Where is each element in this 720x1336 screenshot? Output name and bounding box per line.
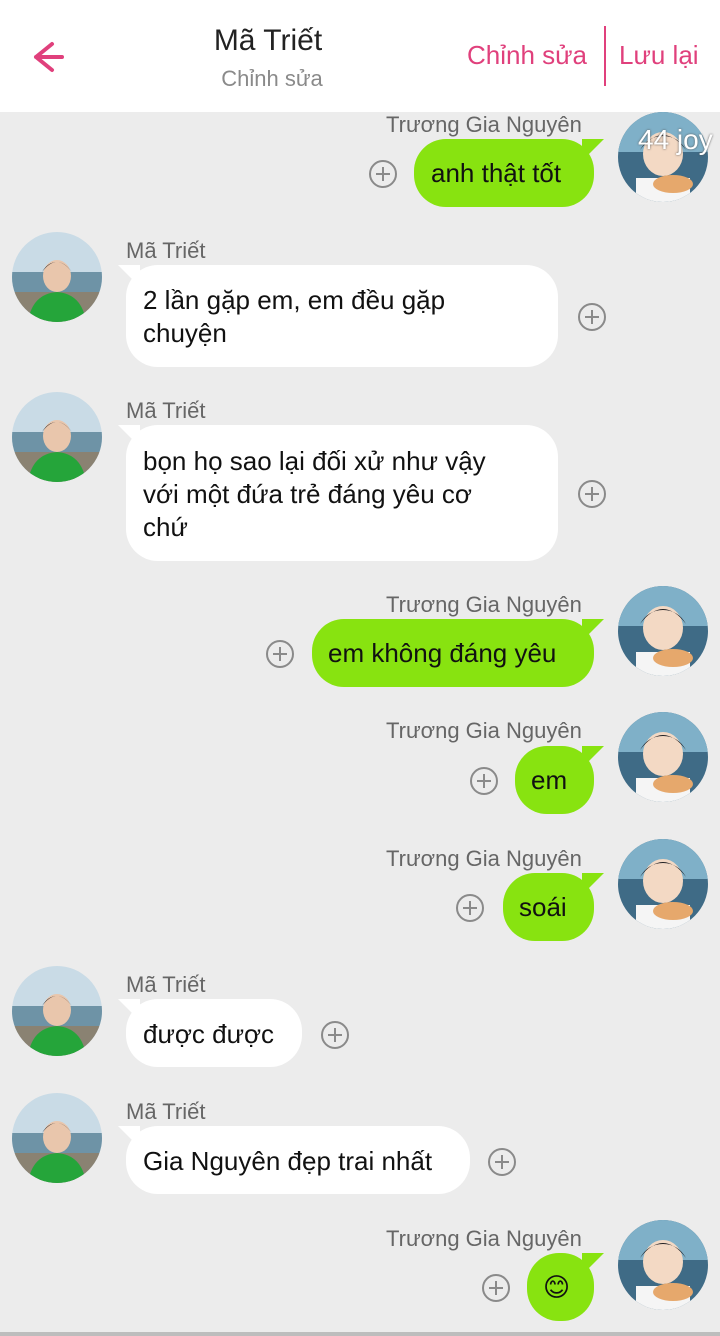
message-bubble[interactable]: 😊 bbox=[527, 1253, 594, 1321]
message-bubble[interactable]: anh thật tốt bbox=[414, 139, 594, 207]
top-bar: Mã Triết Chỉnh sửa Chỉnh sửa Lưu lại bbox=[0, 0, 720, 112]
message-bubble[interactable]: được được bbox=[126, 999, 302, 1067]
sender-name: Mã Triết bbox=[126, 398, 206, 423]
avatar[interactable] bbox=[618, 1220, 708, 1310]
message-line: với một đứa trẻ đáng yêu cơ bbox=[143, 479, 472, 509]
chat-title: Mã Triết bbox=[213, 24, 323, 57]
avatar[interactable] bbox=[618, 586, 708, 676]
message-line: 2 lần gặp em, em đều gặp bbox=[143, 285, 446, 315]
sender-name: Mã Triết bbox=[126, 238, 206, 263]
save-button[interactable]: Lưu lại bbox=[619, 40, 699, 71]
add-reaction-icon[interactable] bbox=[482, 1274, 510, 1302]
header-divider bbox=[604, 26, 606, 86]
message-line: chứ bbox=[143, 512, 188, 542]
add-reaction-icon[interactable] bbox=[266, 640, 294, 668]
overlay-text: 44 joy bbox=[638, 124, 713, 155]
message-bubble[interactable]: bọn họ sao lại đối xử như vậy với một đứ… bbox=[126, 425, 558, 561]
add-reaction-icon[interactable] bbox=[470, 767, 498, 795]
message-bubble[interactable]: em không đáng yêu bbox=[312, 619, 594, 687]
message-bubble[interactable]: em bbox=[515, 746, 594, 814]
sender-name: Trương Gia Nguyên bbox=[386, 718, 582, 743]
add-reaction-icon[interactable] bbox=[456, 894, 484, 922]
sender-name: Trương Gia Nguyên bbox=[386, 592, 582, 617]
edit-button[interactable]: Chỉnh sửa bbox=[467, 40, 587, 71]
message-line: bọn họ sao lại đối xử như vậy bbox=[143, 446, 486, 476]
add-reaction-icon[interactable] bbox=[488, 1148, 516, 1176]
avatar[interactable] bbox=[618, 839, 708, 929]
message-bubble[interactable]: Gia Nguyên đẹp trai nhất bbox=[126, 1126, 470, 1194]
chat-subtitle: Chỉnh sửa bbox=[221, 66, 323, 91]
message-bubble[interactable]: 2 lần gặp em, em đều gặp chuyện bbox=[126, 265, 558, 367]
avatar[interactable] bbox=[12, 392, 102, 482]
bottom-divider bbox=[0, 1332, 720, 1336]
avatar[interactable] bbox=[12, 1093, 102, 1183]
message-bubble[interactable]: soái bbox=[503, 873, 594, 941]
avatar[interactable] bbox=[12, 966, 102, 1056]
add-reaction-icon[interactable] bbox=[369, 160, 397, 188]
message-line: chuyện bbox=[143, 318, 227, 348]
sender-name: Mã Triết bbox=[126, 972, 206, 997]
add-reaction-icon[interactable] bbox=[578, 480, 606, 508]
sender-name: Mã Triết bbox=[126, 1099, 206, 1124]
add-reaction-icon[interactable] bbox=[321, 1021, 349, 1049]
sender-name: Trương Gia Nguyên bbox=[386, 846, 582, 871]
back-arrow-icon[interactable] bbox=[22, 34, 68, 80]
add-reaction-icon[interactable] bbox=[578, 303, 606, 331]
sender-name: Trương Gia Nguyên bbox=[386, 112, 582, 137]
avatar[interactable] bbox=[618, 712, 708, 802]
sender-name: Trương Gia Nguyên bbox=[386, 1226, 582, 1251]
avatar[interactable] bbox=[12, 232, 102, 322]
